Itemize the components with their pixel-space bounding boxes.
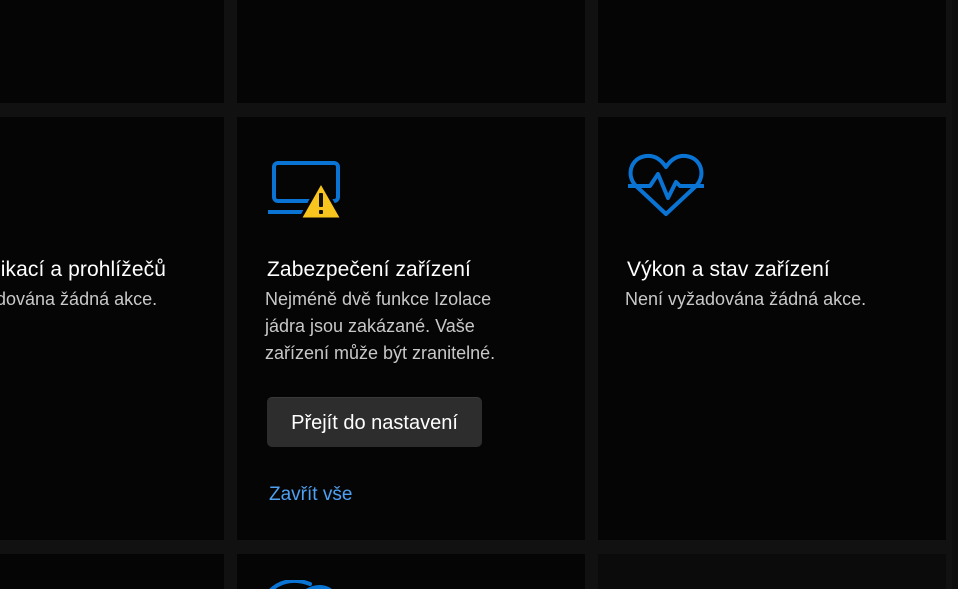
- description-line: zařízení může být zranitelné.: [265, 343, 496, 363]
- security-overview-page: likací a prohlížečů dována žádná akce. Z…: [0, 0, 958, 589]
- tile-right-edge: [952, 0, 958, 589]
- card-app-browser-title: likací a prohlížečů: [0, 258, 166, 281]
- go-to-settings-button[interactable]: Přejít do nastavení: [267, 397, 482, 447]
- dismiss-all-link[interactable]: Zavřít vše: [269, 484, 352, 506]
- partial-blue-icon: [269, 580, 332, 589]
- laptop-warning-icon: [268, 161, 344, 221]
- card-device-performance-status: Není vyžadována žádná akce.: [625, 289, 867, 309]
- card-device-security-description: Nejméně dvě funkce Izolace jádra jsou za…: [265, 286, 495, 367]
- card-device-security-title: Zabezpečení zařízení: [267, 258, 471, 281]
- heart-pulse-icon: [628, 153, 704, 216]
- card-app-browser-control[interactable]: [0, 117, 224, 540]
- tile-bottom-right: [598, 554, 946, 589]
- card-app-browser-status: dována žádná akce.: [0, 289, 158, 309]
- tile-top-middle: [237, 0, 585, 103]
- description-line: jádra jsou zakázané. Vaše: [265, 316, 475, 336]
- tile-bottom-left: [0, 554, 224, 589]
- card-device-performance-title: Výkon a stav zařízení: [627, 258, 830, 281]
- description-line: Nejméně dvě funkce Izolace: [265, 289, 492, 309]
- tile-top-right: [598, 0, 946, 103]
- tile-top-left: [0, 0, 224, 103]
